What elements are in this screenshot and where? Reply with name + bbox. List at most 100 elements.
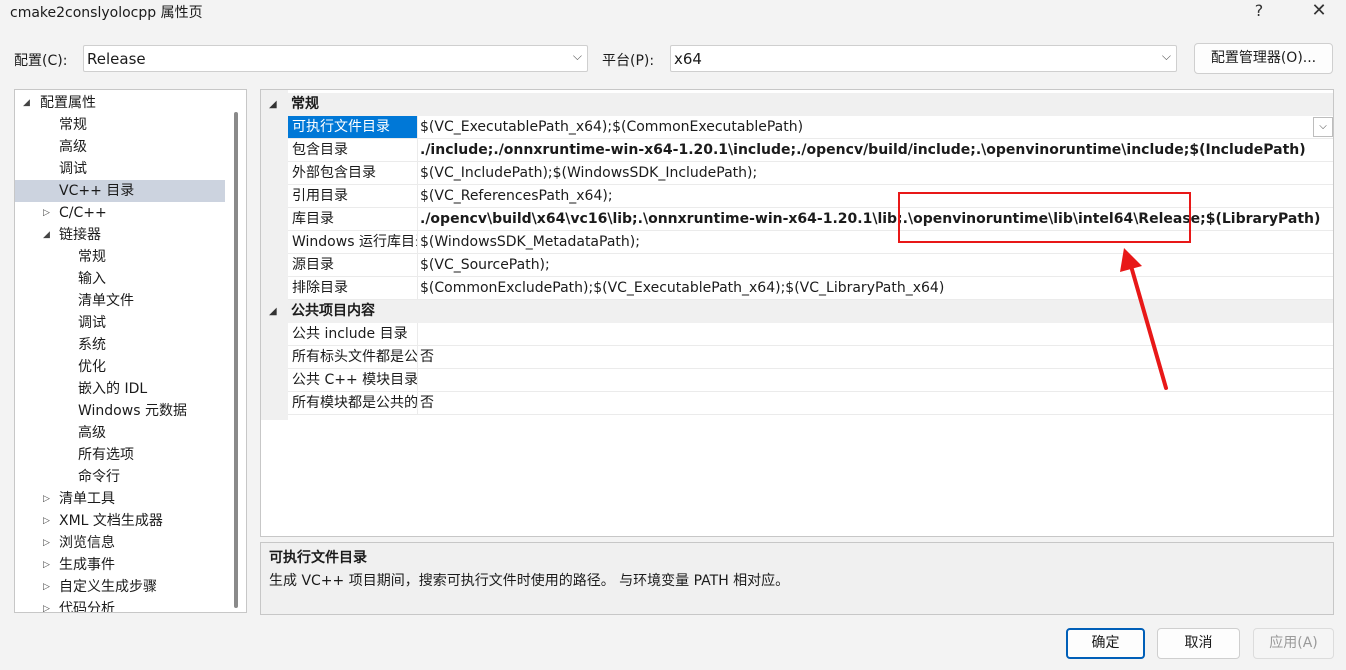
tree-item[interactable]: 输入 — [15, 268, 225, 290]
property-row[interactable]: 外部包含目录 $(VC_IncludePath);$(WindowsSDK_Inc… — [288, 162, 1333, 185]
tree-item-label: 调试 — [59, 161, 87, 177]
window-title: cmake2conslyolocpp 属性页 — [10, 5, 203, 21]
expand-arrow-icon[interactable]: ▷ — [43, 510, 55, 532]
property-row[interactable]: 排除目录 $(CommonExcludePath);$(VC_Executable… — [288, 277, 1333, 300]
property-value[interactable]: 否 — [420, 346, 434, 368]
description-title: 可执行文件目录 — [269, 550, 367, 566]
tree-item[interactable]: 嵌入的 IDL — [15, 378, 225, 400]
highlight-box — [898, 192, 1191, 243]
tree-item[interactable]: ▷ 浏览信息 — [15, 532, 225, 554]
tree-item[interactable]: ▷ 自定义生成步骤 — [15, 576, 225, 598]
platform-value: x64 — [674, 50, 702, 68]
chevron-down-icon: ⌵ — [1161, 49, 1171, 63]
property-row[interactable]: 源目录 $(VC_SourcePath); — [288, 254, 1333, 277]
tree-item-label: 命令行 — [78, 469, 120, 485]
value-dropdown-button[interactable]: ⌵ — [1313, 117, 1333, 137]
collapse-arrow-icon[interactable]: ◢ — [269, 300, 277, 323]
tree-item[interactable]: 所有选项 — [15, 444, 225, 466]
tree-item[interactable]: 清单文件 — [15, 290, 225, 312]
tree-item-label: 代码分析 — [59, 601, 115, 613]
tree-item[interactable]: 系统 — [15, 334, 225, 356]
tree-item-label: C/C++ — [59, 205, 107, 221]
tree-item[interactable]: ▷ XML 文档生成器 — [15, 510, 225, 532]
tree-item-label: 清单工具 — [59, 491, 115, 507]
tree-item-label: VC++ 目录 — [59, 183, 135, 199]
tree-item-label: 调试 — [78, 315, 106, 331]
category-row[interactable]: ◢ 公共项目内容 — [261, 300, 1333, 323]
property-row[interactable]: 包含目录 ./include;./onnxruntime-win-x64-1.20… — [288, 139, 1333, 162]
property-value[interactable]: $(CommonExcludePath);$(VC_ExecutablePath… — [420, 277, 944, 299]
expand-arrow-icon[interactable]: ▷ — [43, 532, 55, 554]
category-label: 常规 — [291, 96, 319, 112]
tree-item[interactable]: 常规 — [15, 114, 225, 136]
property-value[interactable]: 否 — [420, 392, 434, 414]
tree-item-label: 优化 — [78, 359, 106, 375]
property-name: 所有模块都是公共的 — [288, 392, 418, 414]
grid-gutter — [261, 90, 288, 420]
tree-item[interactable]: 调试 — [15, 158, 225, 180]
property-name: 外部包含目录 — [288, 162, 418, 184]
configuration-value: Release — [87, 50, 146, 68]
tree-item[interactable]: ◢ 配置属性 — [15, 92, 225, 114]
apply-button[interactable]: 应用(A) — [1253, 628, 1334, 659]
property-value[interactable]: $(VC_IncludePath);$(WindowsSDK_IncludePa… — [420, 162, 757, 184]
property-value[interactable]: $(VC_ExecutablePath_x64);$(CommonExecuta… — [420, 116, 803, 138]
property-row[interactable]: 公共 C++ 模块目录 — [288, 369, 1333, 392]
cancel-button[interactable]: 取消 — [1157, 628, 1240, 659]
tree-item[interactable]: ▷ 清单工具 — [15, 488, 225, 510]
expand-arrow-icon[interactable]: ▷ — [43, 598, 55, 612]
property-row[interactable]: 所有模块都是公共的否 — [288, 392, 1333, 415]
expand-arrow-icon[interactable]: ▷ — [43, 488, 55, 510]
collapse-arrow-icon[interactable]: ◢ — [43, 224, 55, 246]
tree-item-label: 所有选项 — [78, 447, 134, 463]
tree-item-label: 生成事件 — [59, 557, 115, 573]
tree-item[interactable]: Windows 元数据 — [15, 400, 225, 422]
property-value[interactable]: $(WindowsSDK_MetadataPath); — [420, 231, 640, 253]
tree-item[interactable]: ◢ 链接器 — [15, 224, 225, 246]
configuration-manager-button[interactable]: 配置管理器(O)... — [1194, 43, 1333, 74]
expand-arrow-icon[interactable]: ▷ — [43, 554, 55, 576]
property-grid: ◢ 常规可执行文件目录 $(VC_ExecutablePath_x64);$(Com… — [260, 89, 1334, 537]
tree-item[interactable]: 常规 — [15, 246, 225, 268]
collapse-arrow-icon[interactable]: ◢ — [23, 92, 35, 114]
platform-dropdown[interactable]: x64 ⌵ — [670, 45, 1177, 72]
property-name: 包含目录 — [288, 139, 418, 161]
tree-item[interactable]: 命令行 — [15, 466, 225, 488]
property-row[interactable]: 可执行文件目录 $(VC_ExecutablePath_x64);$(Common… — [288, 116, 1333, 139]
tree-item[interactable]: 优化 — [15, 356, 225, 378]
configuration-label: 配置(C): — [14, 53, 68, 69]
property-value[interactable]: ./include;./onnxruntime-win-x64-1.20.1\i… — [420, 139, 1306, 161]
tree-item[interactable]: ▷ 生成事件 — [15, 554, 225, 576]
property-name: 公共 include 目录 — [288, 323, 418, 345]
property-row[interactable]: 公共 include 目录 — [288, 323, 1333, 346]
expand-arrow-icon[interactable]: ▷ — [43, 576, 55, 598]
configuration-dropdown[interactable]: Release ⌵ — [83, 45, 588, 72]
tree-scrollbar[interactable] — [234, 112, 238, 608]
tree-item-label: 常规 — [78, 249, 106, 265]
tree-item[interactable]: 高级 — [15, 422, 225, 444]
tree-item[interactable]: ▷ 代码分析 — [15, 598, 225, 613]
help-button[interactable]: ? — [1236, 0, 1282, 26]
tree-item[interactable]: ▷ C/C++ — [15, 202, 225, 224]
tree-item-label: 配置属性 — [40, 95, 96, 111]
collapse-arrow-icon[interactable]: ◢ — [269, 93, 277, 116]
property-value[interactable]: $(VC_SourcePath); — [420, 254, 550, 276]
tree-item[interactable]: 高级 — [15, 136, 225, 158]
property-value[interactable]: $(VC_ReferencesPath_x64); — [420, 185, 613, 207]
description-text: 生成 VC++ 项目期间，搜索可执行文件时使用的路径。 与环境变量 PATH 相… — [269, 573, 790, 589]
close-button[interactable]: ✕ — [1296, 0, 1342, 26]
tree-item-label: Windows 元数据 — [78, 403, 187, 419]
ok-button[interactable]: 确定 — [1066, 628, 1145, 659]
platform-label: 平台(P): — [602, 53, 655, 69]
tree-item[interactable]: VC++ 目录 — [15, 180, 225, 202]
tree-item-label: 高级 — [59, 139, 87, 155]
property-name: 源目录 — [288, 254, 418, 276]
category-row[interactable]: ◢ 常规 — [261, 93, 1333, 116]
tree-item[interactable]: 调试 — [15, 312, 225, 334]
title-bar: cmake2conslyolocpp 属性页 ? ✕ — [0, 0, 1346, 30]
property-row[interactable]: 所有标头文件都是公共的否 — [288, 346, 1333, 369]
property-name: 库目录 — [288, 208, 418, 230]
property-name: 引用目录 — [288, 185, 418, 207]
property-tree: ◢ 配置属性 常规 高级 调试 VC++ 目录 ▷ C/C++ ◢ 链接器 常规 输入 清单文件 调试 系统… — [14, 89, 247, 613]
expand-arrow-icon[interactable]: ▷ — [43, 202, 55, 224]
